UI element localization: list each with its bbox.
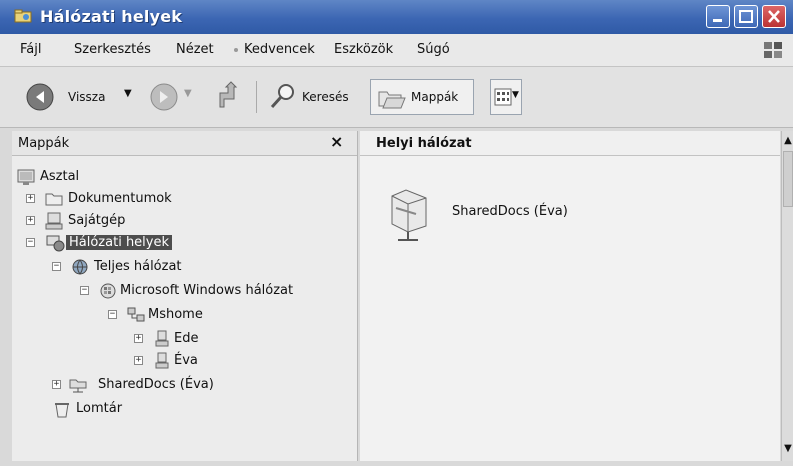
- computer-icon: [152, 330, 172, 348]
- collapse-icon[interactable]: −: [80, 286, 89, 295]
- forward-dropdown-icon[interactable]: ▼: [184, 88, 192, 99]
- tree-item-label: SharedDocs (Éva): [98, 377, 214, 392]
- folders-button[interactable]: Mappák: [370, 79, 474, 115]
- group-header: Helyi hálózat: [360, 131, 780, 156]
- folders-pane: Mappák × Asztal + Dokumentumok + Sajátgé…: [12, 131, 358, 461]
- explorer-window: Hálózati helyek Fájl Szerkesztés Nézet K…: [0, 0, 793, 466]
- tree-item-label: Ede: [174, 331, 199, 346]
- expand-icon[interactable]: +: [26, 216, 35, 225]
- tree-item-shareddocs[interactable]: + SharedDocs (Éva): [52, 375, 292, 397]
- folders-icon: [377, 86, 407, 113]
- network-places-icon: [44, 234, 65, 252]
- search-icon[interactable]: [268, 81, 298, 114]
- tree-item-label: Microsoft Windows hálózat: [120, 283, 294, 298]
- collapse-icon[interactable]: −: [52, 262, 61, 271]
- scroll-down-icon[interactable]: ▼: [782, 443, 793, 455]
- collapse-icon[interactable]: −: [108, 310, 117, 319]
- tree-item-label: Sajátgép: [68, 213, 126, 228]
- menu-tools[interactable]: Eszközök: [334, 42, 393, 57]
- views-button[interactable]: ▼: [490, 79, 522, 115]
- windows-network-icon: [98, 282, 118, 300]
- tree-item-label: Éva: [174, 353, 198, 368]
- back-arrow-icon[interactable]: [26, 83, 54, 114]
- folders-pane-close-button[interactable]: ×: [330, 132, 343, 151]
- documents-folder-icon: [44, 190, 64, 208]
- folders-button-label: Mappák: [411, 90, 459, 104]
- my-computer-icon: [44, 212, 64, 230]
- toolbar-separator: [256, 81, 257, 113]
- tree-item-label: Lomtár: [76, 401, 123, 416]
- back-dropdown-icon[interactable]: ▼: [124, 88, 132, 99]
- tree-item-desktop[interactable]: Asztal: [16, 167, 216, 189]
- group-title: Helyi hálózat: [376, 136, 472, 151]
- vertical-scrollbar[interactable]: ▲ ▼: [781, 131, 793, 461]
- desktop-icon: [16, 168, 36, 186]
- network-share-icon: [68, 376, 88, 394]
- tree-item-mshome[interactable]: − Mshome: [108, 305, 308, 327]
- minimize-button[interactable]: [706, 5, 730, 28]
- tree-item-label: Asztal: [40, 169, 80, 184]
- toolbar: Vissza ▼ ▼ Keresés Mappák ▼: [0, 67, 793, 128]
- maximize-button[interactable]: [734, 5, 758, 28]
- expand-icon[interactable]: +: [26, 194, 35, 203]
- tree-item-label: Mshome: [148, 307, 203, 322]
- menu-help[interactable]: Súgó: [417, 42, 450, 57]
- menu-edit[interactable]: Szerkesztés: [74, 42, 151, 57]
- scroll-thumb[interactable]: [783, 151, 793, 207]
- menu-separator: [234, 48, 238, 52]
- expand-icon[interactable]: +: [52, 380, 61, 389]
- search-button-label[interactable]: Keresés: [302, 90, 349, 104]
- close-button[interactable]: [762, 5, 786, 28]
- back-button-label[interactable]: Vissza: [68, 90, 105, 104]
- scroll-up-icon[interactable]: ▲: [782, 135, 793, 147]
- expand-icon[interactable]: +: [134, 356, 143, 365]
- tree-item-entire-network[interactable]: − Teljes hálózat: [52, 257, 272, 279]
- tree-item-label: Teljes hálózat: [94, 259, 182, 274]
- collapse-icon[interactable]: −: [26, 238, 35, 247]
- tree-item-recycle-bin[interactable]: Lomtár: [52, 399, 252, 421]
- network-places-icon: [14, 9, 32, 23]
- tree-item-ede[interactable]: + Ede: [134, 329, 334, 351]
- tree-item-label: Dokumentumok: [68, 191, 172, 206]
- shareddocs-item[interactable]: SharedDocs (Éva): [382, 178, 642, 248]
- globe-icon: [70, 258, 90, 276]
- views-grid-icon: [494, 88, 512, 109]
- folders-pane-header: Mappák ×: [12, 131, 357, 156]
- tree-item-windows-network[interactable]: − Microsoft Windows hálózat: [80, 281, 350, 303]
- tree-item-documents[interactable]: + Dokumentumok: [26, 189, 226, 211]
- recycle-bin-icon: [52, 400, 72, 418]
- views-dropdown-icon: ▼: [512, 90, 519, 100]
- network-share-icon: [386, 184, 436, 247]
- expand-icon[interactable]: +: [134, 334, 143, 343]
- tree-item-eva[interactable]: + Éva: [134, 351, 334, 373]
- forward-arrow-icon[interactable]: [150, 83, 178, 114]
- menu-view[interactable]: Nézet: [176, 42, 214, 57]
- workgroup-icon: [126, 306, 146, 324]
- computer-icon: [152, 352, 172, 370]
- folder-up-icon[interactable]: [214, 81, 244, 114]
- menu-file[interactable]: Fájl: [20, 42, 41, 57]
- menu-favorites[interactable]: Kedvencek: [244, 42, 315, 57]
- menu-bar: Fájl Szerkesztés Nézet Kedvencek Eszközö…: [0, 34, 793, 67]
- tree-item-network-places[interactable]: − Hálózati helyek: [26, 233, 226, 255]
- title-bar[interactable]: Hálózati helyek: [0, 0, 793, 34]
- windows-logo-icon: [762, 40, 784, 63]
- tree-item-label: Hálózati helyek: [66, 235, 173, 250]
- folders-pane-title: Mappák: [18, 136, 70, 151]
- content-pane: Helyi hálózat SharedDocs (Éva): [360, 131, 780, 461]
- tree-item-my-computer[interactable]: + Sajátgép: [26, 211, 226, 233]
- window-title: Hálózati helyek: [40, 7, 183, 26]
- item-label: SharedDocs (Éva): [452, 204, 568, 219]
